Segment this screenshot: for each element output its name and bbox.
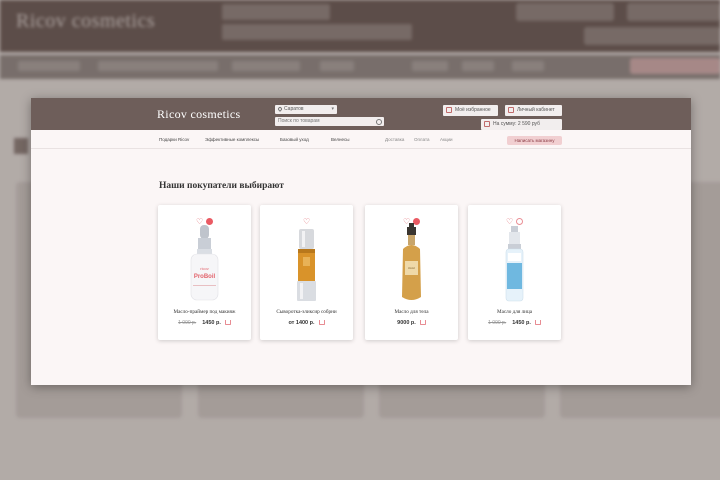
- nav-item-complexes[interactable]: Эффективные комплексы: [205, 137, 259, 142]
- svg-text:Oréal: Oréal: [408, 266, 415, 270]
- cabinet-button[interactable]: Личный кабинет: [505, 105, 562, 116]
- product-name[interactable]: Масло для лица: [468, 309, 561, 315]
- city-select[interactable]: Саратов ▾: [275, 105, 337, 114]
- location-pin-icon: [277, 105, 283, 112]
- price: 1450 р.: [512, 320, 531, 326]
- old-price: 1 090 р.: [488, 320, 507, 326]
- user-icon: [508, 107, 514, 113]
- price-row: от 1400 р.: [260, 320, 353, 326]
- search-input[interactable]: [275, 117, 384, 126]
- old-price: 1 090 р.: [178, 320, 197, 326]
- product-card[interactable]: ♡ Сыворотка-эликсир собрни от 1400 р.: [260, 205, 353, 340]
- nav-item-wellness[interactable]: Велнесы: [331, 137, 349, 142]
- product-name[interactable]: Сыворотка-эликсир собрни: [260, 309, 353, 315]
- cart-button[interactable]: На сумму: 2 590 руб: [481, 119, 562, 130]
- add-to-cart-icon[interactable]: [419, 320, 426, 326]
- chevron-down-icon: ▾: [331, 106, 334, 112]
- price-row: 1 090 р. 1450 р.: [158, 320, 251, 326]
- card-actions: ♡: [365, 213, 458, 226]
- product-card[interactable]: ♡ ricov ProBoil Масло-праймер под макияж…: [158, 205, 251, 340]
- preview-modal: Ricov cosmetics Саратов ▾ Моё избранное …: [31, 98, 691, 385]
- price: 9000 р.: [397, 320, 416, 326]
- cart-icon: [484, 121, 490, 127]
- card-actions: ♡: [158, 213, 251, 226]
- add-to-cart-icon[interactable]: [224, 320, 231, 326]
- card-actions: ♡: [468, 213, 561, 226]
- main-nav: [31, 132, 691, 149]
- city-label: Саратов: [284, 106, 304, 112]
- section-title: Наши покупатели выбирают: [159, 181, 284, 191]
- product-card[interactable]: ♡ Oréal Масло для тела 9000 р.: [365, 205, 458, 340]
- product-card[interactable]: ♡ Масло для лица 1 090 р. 1450 р.: [468, 205, 561, 340]
- product-image-dropper[interactable]: ricov ProBoil: [158, 223, 251, 305]
- help-button[interactable]: Написать магазину: [507, 136, 562, 145]
- price-row: 9000 р.: [365, 320, 458, 326]
- svg-text:ricov: ricov: [200, 266, 208, 271]
- card-actions: ♡: [260, 213, 353, 226]
- price-row: 1 090 р. 1450 р.: [468, 320, 561, 326]
- nav-item-delivery[interactable]: Доставка: [385, 137, 404, 142]
- price: от 1400 р.: [288, 320, 315, 326]
- nav-item-base-care[interactable]: Базовый уход: [280, 137, 309, 142]
- add-to-cart-icon[interactable]: [534, 320, 541, 326]
- nav-item-promo[interactable]: Акции: [440, 137, 453, 142]
- add-to-cart-icon[interactable]: [318, 320, 325, 326]
- cart-label: На сумму: 2 590 руб: [493, 121, 540, 127]
- price: 1450 р.: [202, 320, 221, 326]
- site-logo[interactable]: Ricov cosmetics: [157, 107, 240, 122]
- product-image-body-oil[interactable]: Oréal: [365, 223, 458, 305]
- svg-text:ProBoil: ProBoil: [194, 274, 216, 280]
- product-name[interactable]: Масло-праймер под макияж: [158, 309, 251, 315]
- nav-item-gifts[interactable]: Подарки Ricov: [159, 137, 189, 142]
- search-icon[interactable]: [376, 119, 382, 125]
- product-image-serum[interactable]: [260, 223, 353, 305]
- favorites-button[interactable]: Моё избранное: [443, 105, 498, 116]
- heart-icon: [446, 107, 452, 113]
- favorites-label: Моё избранное: [455, 107, 491, 113]
- product-image-face-oil[interactable]: [468, 223, 561, 305]
- product-name[interactable]: Масло для тела: [365, 309, 458, 315]
- nav-item-payment[interactable]: Оплата: [414, 137, 429, 142]
- cabinet-label: Личный кабинет: [517, 107, 555, 113]
